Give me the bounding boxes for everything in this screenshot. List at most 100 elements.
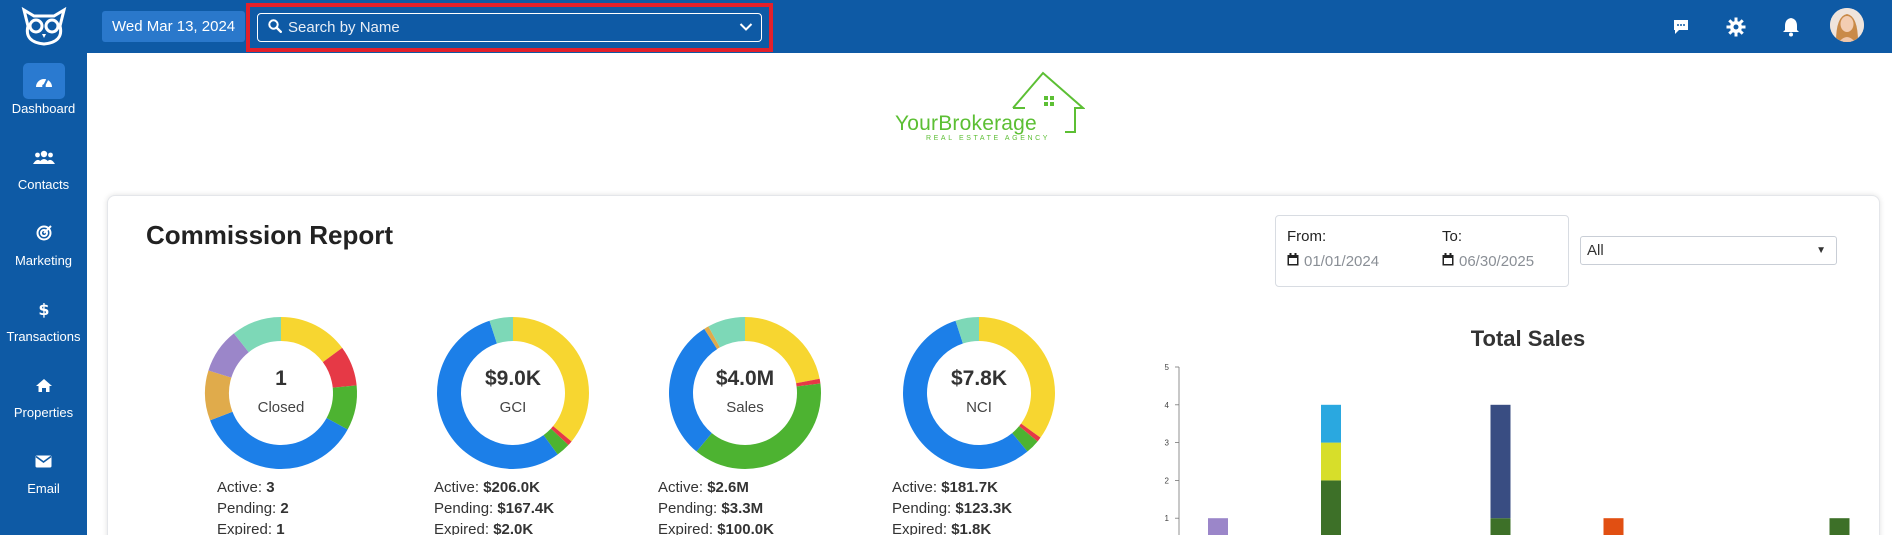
envelope-icon (23, 443, 65, 479)
calendar-icon (1287, 253, 1299, 270)
stat-value: $167.4K (497, 500, 555, 517)
chevron-down-icon[interactable] (739, 19, 753, 36)
sidebar-item-marketing[interactable]: Marketing (0, 215, 87, 285)
stat-label: Active: (658, 479, 704, 496)
donut-stats: Active: $181.7K Pending: $123.3K Expired: … (892, 477, 1012, 535)
donut-label: Closed (257, 399, 305, 416)
sidebar-item-email[interactable]: Email (0, 443, 87, 513)
y-tick-label: 3 (1165, 439, 1170, 448)
avatar[interactable] (1830, 8, 1864, 42)
stat-value: $100.0K (717, 521, 774, 535)
search-input[interactable]: Search by Name (257, 13, 762, 42)
stat-label: Pending: (217, 500, 277, 517)
total-sales-chart: 1 2 3 4 5 (1165, 363, 1850, 535)
sidebar-item-label: Dashboard (11, 101, 76, 116)
search-highlight: Search by Name (246, 3, 773, 52)
stat-row: Active: $206.0K (434, 477, 554, 498)
brand-tagline: REAL ESTATE AGENCY (926, 135, 1051, 142)
stat-label: Pending: (892, 500, 952, 517)
stat-label: Expired: (892, 521, 948, 535)
donut-center: $4.0M Sales (665, 313, 825, 473)
donut-stats: Active: $206.0K Pending: $167.4K Expired: … (434, 477, 554, 535)
brand-name: YourBrokerage (895, 112, 1037, 135)
from-date-value: 01/01/2024 (1304, 253, 1380, 270)
sidebar-item-transactions[interactable]: $ Transactions (0, 291, 87, 361)
bar-segment[interactable] (1490, 518, 1511, 535)
stat-value: $181.7K (941, 479, 998, 496)
stat-value: 1 (276, 521, 285, 535)
sidebar-item-label: Contacts (17, 177, 70, 192)
bar-segment[interactable] (1829, 518, 1850, 535)
stat-value: $2.6M (707, 479, 749, 496)
app-root: { "sidebar": { "items": [ {"label": "Das… (0, 0, 1892, 535)
caret-down-icon: ▼ (1816, 245, 1826, 256)
y-tick-label: 4 (1165, 401, 1170, 410)
stat-value: $123.3K (955, 500, 1013, 517)
stat-value: 3 (266, 479, 275, 496)
dashboard-icon (22, 63, 65, 99)
donut-stats: Active: 3 Pending: 2 Expired: 1 (217, 477, 289, 535)
agent-filter-select[interactable]: All ▼ (1580, 236, 1837, 265)
stat-row: Expired: $1.8K (892, 519, 1012, 535)
sidebar-item-label: Transactions (6, 329, 81, 344)
donut-center: $9.0K GCI (433, 313, 593, 473)
date-range: From: 01/01/2024 To: 06/30/2025 (1275, 215, 1569, 287)
bar-segment[interactable] (1603, 518, 1624, 535)
stat-label: Expired: (658, 521, 714, 535)
stat-value: $1.8K (951, 521, 992, 535)
chart-title: Total Sales (1470, 326, 1586, 351)
bar-segment[interactable] (1321, 404, 1341, 443)
date-chip[interactable]: Wed Mar 13, 2024 (102, 11, 246, 42)
donut-center: $7.8K NCI (899, 313, 1059, 473)
sidebar-item-dashboard[interactable]: Dashboard (0, 63, 87, 133)
stat-label: Expired: (217, 521, 273, 535)
sidebar-item-contacts[interactable]: Contacts (0, 139, 87, 209)
stat-label: Expired: (434, 521, 490, 535)
donut-value: $9.0K (484, 367, 542, 390)
dollar-icon: $ (23, 291, 65, 327)
stat-row: Active: 3 (217, 477, 289, 498)
to-date-input[interactable]: 06/30/2025 (1442, 253, 1534, 270)
donut-sales[interactable]: $4.0M Sales (665, 313, 825, 473)
donut-center: 1 Closed (201, 313, 361, 473)
to-label: To: (1442, 228, 1463, 245)
sidebar-item-properties[interactable]: Properties (0, 367, 87, 437)
chat-icon[interactable] (1666, 12, 1696, 42)
donut-label: Sales (726, 399, 764, 416)
owl-logo-icon[interactable] (0, 0, 87, 52)
bar-segment[interactable] (1321, 480, 1341, 535)
donut-value: 1 (275, 367, 287, 390)
sidebar-item-label: Email (27, 481, 60, 496)
stat-row: Pending: 2 (217, 498, 289, 519)
home-icon (23, 367, 65, 403)
gear-icon[interactable] (1721, 12, 1751, 42)
donut-gci[interactable]: $9.0K GCI (433, 313, 593, 473)
stat-label: Pending: (434, 500, 494, 517)
stat-row: Expired: $2.0K (434, 519, 554, 535)
donut-label: NCI (966, 399, 992, 416)
topbar: Wed Mar 13, 2024 Search by Name (87, 0, 1892, 53)
svg-text:$: $ (38, 300, 49, 318)
stat-row: Active: $2.6M (658, 477, 774, 498)
donut-label: GCI (499, 399, 527, 416)
stat-label: Active: (434, 479, 480, 496)
donut-value: $7.8K (950, 367, 1008, 390)
stat-label: Pending: (658, 500, 718, 517)
bar-segment[interactable] (1490, 404, 1511, 519)
from-date-input[interactable]: 01/01/2024 (1287, 253, 1379, 270)
stat-label: Active: (217, 479, 263, 496)
donut-nci[interactable]: $7.8K NCI (899, 313, 1059, 473)
y-tick-label: 1 (1165, 514, 1170, 523)
to-date-value: 06/30/2025 (1459, 253, 1535, 270)
bar-segment[interactable] (1321, 442, 1341, 481)
stat-row: Pending: $167.4K (434, 498, 554, 519)
donut-closed[interactable]: 1 Closed (201, 313, 361, 473)
target-icon (23, 215, 65, 251)
bell-icon[interactable] (1776, 12, 1806, 42)
stat-row: Active: $181.7K (892, 477, 1012, 498)
bar-segment[interactable] (1208, 518, 1228, 535)
search-icon (268, 18, 283, 37)
stat-row: Pending: $123.3K (892, 498, 1012, 519)
stat-value: $2.0K (493, 521, 534, 535)
sidebar-item-label: Properties (13, 405, 74, 420)
